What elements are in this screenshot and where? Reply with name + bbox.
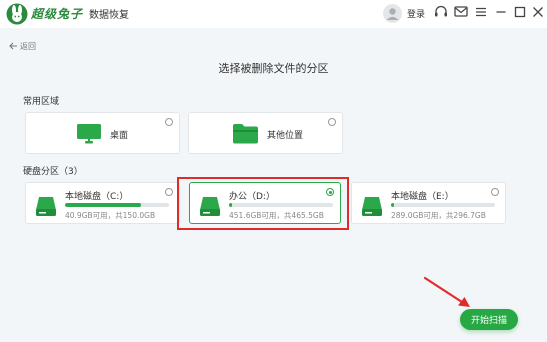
partition-radio[interactable] [165, 188, 173, 196]
partition-card-c[interactable]: 本地磁盘（C:） 40.9GB可用，共150.0GB [25, 182, 180, 224]
desktop-radio[interactable] [165, 118, 173, 126]
partition-name: 本地磁盘（E:） [391, 192, 454, 202]
partition-card-e[interactable]: 本地磁盘（E:） 289.0GB可用，共296.7GB [351, 182, 506, 224]
brand-name: 超级兔子 [31, 7, 84, 21]
login-link[interactable]: 登录 [407, 7, 425, 20]
other-location-card[interactable]: 其他位置 [188, 112, 343, 154]
other-location-radio[interactable] [328, 118, 336, 126]
usage-bar [65, 203, 169, 207]
annotation-highlight-box [177, 177, 349, 230]
minimize-icon[interactable] [492, 3, 510, 21]
partition-name: 本地磁盘（C:） [65, 192, 129, 202]
maximize-icon[interactable] [511, 3, 529, 21]
hard-drive-icon [36, 197, 56, 216]
partition-capacity: 40.9GB可用，共150.0GB [65, 211, 156, 220]
menu-icon[interactable] [472, 3, 490, 21]
partition-capacity: 289.0GB可用，共296.7GB [391, 211, 486, 220]
desktop-card[interactable]: 桌面 [25, 112, 180, 154]
feedback-icon[interactable] [452, 3, 470, 21]
desktop-label: 桌面 [110, 131, 129, 141]
usage-bar [391, 203, 495, 207]
common-areas-label: 常用区域 [23, 97, 60, 107]
user-avatar-icon[interactable] [383, 4, 402, 23]
back-arrow-icon [9, 42, 17, 50]
hard-drive-icon [362, 197, 382, 216]
monitor-icon [77, 124, 101, 144]
other-location-label: 其他位置 [267, 131, 304, 141]
title-bar: 超级兔子 数据恢复 登录 [0, 0, 547, 28]
usage-bar-fill [391, 203, 394, 207]
usage-bar-fill [65, 203, 141, 207]
back-label: 返回 [20, 41, 36, 51]
headset-support-icon[interactable] [432, 3, 450, 21]
partitions-label: 硬盘分区（3） [23, 167, 83, 177]
partition-radio[interactable] [491, 188, 499, 196]
page-title: 选择被删除文件的分区 [218, 62, 329, 75]
product-name: 数据恢复 [89, 10, 129, 21]
start-scan-button[interactable]: 开始扫描 [460, 309, 518, 330]
rabbit-logo-icon [6, 3, 28, 25]
back-link[interactable]: 返回 [8, 39, 36, 53]
close-icon[interactable] [529, 3, 547, 21]
annotation-arrow-icon [423, 276, 470, 307]
folder-icon [233, 124, 258, 144]
